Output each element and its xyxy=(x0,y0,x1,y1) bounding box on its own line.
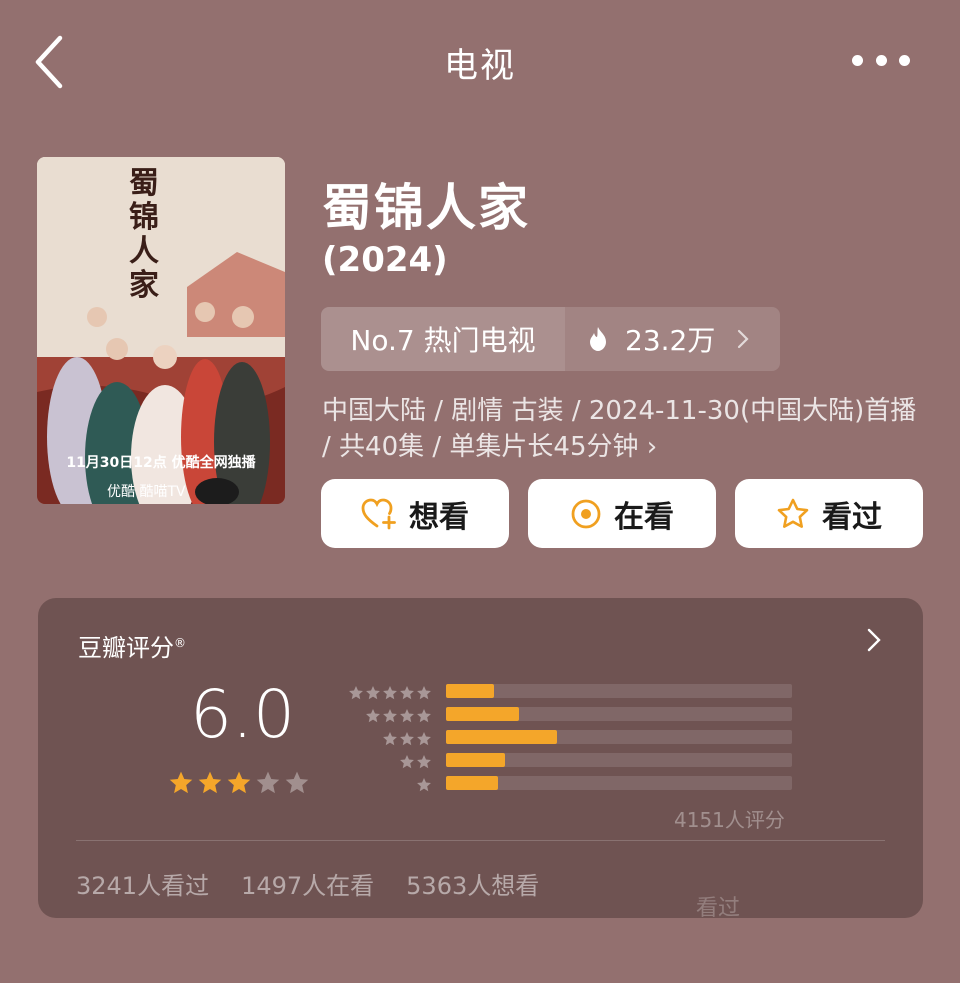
star-filled-icon xyxy=(169,771,193,794)
small-star-icon xyxy=(417,732,431,746)
distribution-stars xyxy=(416,777,432,793)
more-dot-icon xyxy=(875,54,887,66)
distribution-stars xyxy=(365,708,432,724)
distribution-bar xyxy=(446,776,498,790)
rater-count: 4151人评分 xyxy=(674,808,785,832)
rating-distribution xyxy=(338,682,798,797)
top-nav-bar: 电视 xyxy=(0,0,960,120)
flame-icon xyxy=(590,327,606,351)
distribution-bar xyxy=(446,753,505,767)
more-options-button[interactable] xyxy=(852,50,910,70)
want-to-watch-label: 想看 xyxy=(409,499,469,535)
star-empty-icon xyxy=(285,771,309,794)
distribution-row-2 xyxy=(338,751,798,774)
poster-platforms: 优酷 酷喵TV xyxy=(107,484,186,500)
chevron-right-icon xyxy=(738,329,749,349)
action-buttons: 想看 在看 看过 xyxy=(321,479,923,548)
watched-count[interactable]: 3241人看过 xyxy=(76,866,209,901)
small-star-icon xyxy=(366,686,380,700)
show-metadata[interactable]: 中国大陆 / 剧情 古装 / 2024-11-30(中国大陆)首播 / 共40集… xyxy=(322,393,922,465)
distribution-track xyxy=(446,776,792,790)
show-title: 蜀锦人家 xyxy=(322,179,530,237)
rating-score: 6.0 xyxy=(190,676,295,753)
watched-label: 看过 xyxy=(822,499,882,535)
watermark: 看过 xyxy=(696,896,741,921)
trademark-symbol: ® xyxy=(174,636,186,650)
rating-title-text: 豆瓣评分 xyxy=(78,634,174,662)
small-star-icon xyxy=(366,709,380,723)
small-star-icon xyxy=(383,686,397,700)
target-icon xyxy=(571,499,601,528)
distribution-track xyxy=(446,730,792,744)
more-dot-icon xyxy=(899,54,910,66)
small-star-icon xyxy=(417,778,431,792)
small-star-icon xyxy=(400,686,414,700)
distribution-bar xyxy=(446,684,495,698)
douban-rating-card[interactable]: 豆瓣评分® 6.0 4151人评分 3241人看过 1497人在看 5363人想… xyxy=(38,598,923,918)
distribution-row-1 xyxy=(338,774,798,797)
star-empty-icon xyxy=(256,771,280,794)
small-star-icon xyxy=(383,709,397,723)
show-year: (2024) xyxy=(322,240,448,280)
star-filled-icon xyxy=(227,771,251,794)
watching-label: 在看 xyxy=(614,499,674,535)
heat-link[interactable]: 23.2万 xyxy=(565,307,780,371)
distribution-bar xyxy=(446,707,519,721)
distribution-row-4 xyxy=(338,705,798,728)
rank-pill[interactable]: No.7 热门电视 23.2万 xyxy=(321,307,780,371)
small-star-icon xyxy=(417,686,431,700)
viewer-counts: 3241人看过 1497人在看 5363人想看 xyxy=(76,866,539,901)
watching-count[interactable]: 1497人在看 xyxy=(241,866,374,901)
distribution-track xyxy=(446,707,792,721)
star-filled-icon xyxy=(198,771,222,794)
distribution-track xyxy=(446,684,792,698)
distribution-stars xyxy=(348,685,432,701)
heat-value: 23.2万 xyxy=(625,324,716,357)
distribution-stars xyxy=(399,754,432,770)
small-star-icon xyxy=(400,732,414,746)
distribution-track xyxy=(446,753,792,767)
want-count[interactable]: 5363人想看 xyxy=(406,866,539,901)
distribution-stars xyxy=(382,731,432,747)
want-to-watch-button[interactable]: 想看 xyxy=(321,479,509,548)
small-star-icon xyxy=(400,755,414,769)
more-dot-icon xyxy=(852,54,863,66)
divider xyxy=(76,840,885,841)
distribution-row-5 xyxy=(338,682,798,705)
poster-image[interactable]: 蜀锦人家 11月30日12点 优酷全网独播 优酷 酷喵TV xyxy=(37,157,285,504)
small-star-icon xyxy=(417,755,431,769)
rating-stars xyxy=(168,770,310,796)
small-star-icon xyxy=(400,709,414,723)
distribution-bar xyxy=(446,730,557,744)
poster-title-art: 蜀锦人家 xyxy=(129,166,159,303)
poster-caption: 11月30日12点 优酷全网独播 xyxy=(66,455,256,471)
distribution-row-3 xyxy=(338,728,798,751)
small-star-icon xyxy=(383,732,397,746)
heart-plus-icon xyxy=(361,498,396,529)
small-star-icon xyxy=(417,709,431,723)
page-title: 电视 xyxy=(444,46,516,86)
small-star-icon xyxy=(349,686,363,700)
watching-button[interactable]: 在看 xyxy=(528,479,716,548)
watched-button[interactable]: 看过 xyxy=(735,479,923,548)
chevron-right-icon[interactable] xyxy=(867,628,881,652)
star-outline-icon xyxy=(777,498,809,528)
rank-label[interactable]: No.7 热门电视 xyxy=(321,307,565,371)
rating-card-title: 豆瓣评分® xyxy=(78,628,186,663)
